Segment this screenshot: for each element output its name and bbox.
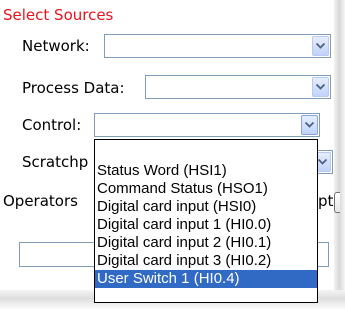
operators-suffix-text: pt — [318, 192, 334, 210]
dropdown-option[interactable]: Status Word (HSI1) — [95, 162, 317, 180]
chevron-down-icon[interactable] — [301, 115, 318, 135]
panel-shadow-right — [334, 0, 345, 309]
process-data-select[interactable] — [145, 75, 331, 99]
operator-button[interactable] — [334, 192, 340, 213]
control-select[interactable] — [94, 113, 320, 137]
dropdown-option[interactable]: Digital card input 3 (HI0.2) — [95, 252, 317, 270]
dropdown-option-selected[interactable]: User Switch 1 (HI0.4) — [95, 270, 317, 288]
process-data-label: Process Data: — [22, 79, 125, 97]
chevron-down-icon[interactable] — [312, 77, 329, 97]
network-label: Network: — [22, 37, 90, 55]
operators-label: Operators — [3, 192, 78, 210]
dropdown-option[interactable]: Command Status (HSO1) — [95, 180, 317, 198]
control-dropdown-list[interactable]: Status Word (HSI1) Command Status (HSO1)… — [94, 139, 318, 303]
network-select[interactable] — [104, 34, 331, 58]
dropdown-option[interactable]: Digital card input 1 (HI0.0) — [95, 216, 317, 234]
chevron-down-icon[interactable] — [312, 36, 329, 56]
select-sources-panel: Select Sources Network: Process Data: Co… — [0, 0, 345, 309]
scratchpad-label: Scratchp — [22, 153, 89, 171]
dropdown-option[interactable]: Digital card input (HSI0) — [95, 198, 317, 216]
control-label: Control: — [22, 116, 82, 134]
dropdown-option[interactable]: Digital card input 2 (HI0.1) — [95, 234, 317, 252]
panel-title: Select Sources — [3, 6, 114, 24]
